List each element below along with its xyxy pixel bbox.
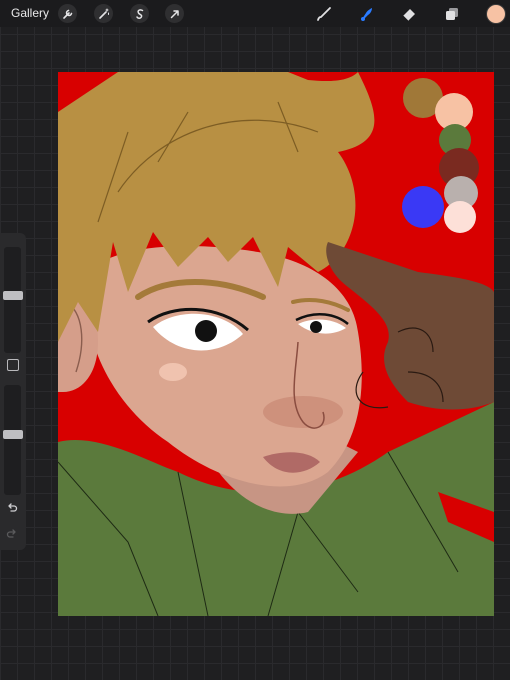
smudge-icon[interactable]: [356, 3, 378, 25]
artwork: [58, 72, 494, 616]
current-color-swatch[interactable]: [486, 4, 506, 24]
opacity-slider[interactable]: [3, 385, 23, 495]
palette-swatch: [444, 201, 476, 233]
gallery-button[interactable]: Gallery: [11, 6, 49, 20]
brush-size-thumb[interactable]: [3, 290, 23, 300]
opacity-thumb[interactable]: [3, 429, 23, 439]
wrench-icon[interactable]: [58, 4, 77, 23]
palette-swatch: [402, 186, 444, 228]
modify-button[interactable]: [7, 359, 19, 371]
magic-wand-icon[interactable]: [94, 4, 113, 23]
transform-arrow-icon[interactable]: [165, 4, 184, 23]
eraser-icon[interactable]: [398, 3, 420, 25]
redo-icon[interactable]: [6, 527, 18, 542]
layers-icon[interactable]: [441, 3, 463, 25]
brush-icon[interactable]: [313, 3, 335, 25]
selection-icon[interactable]: [130, 4, 149, 23]
undo-icon[interactable]: [6, 501, 18, 516]
top-toolbar: Gallery: [0, 0, 510, 27]
brush-size-slider[interactable]: [3, 247, 23, 353]
drawing-canvas[interactable]: [58, 72, 494, 616]
left-sidebar: [0, 233, 26, 550]
